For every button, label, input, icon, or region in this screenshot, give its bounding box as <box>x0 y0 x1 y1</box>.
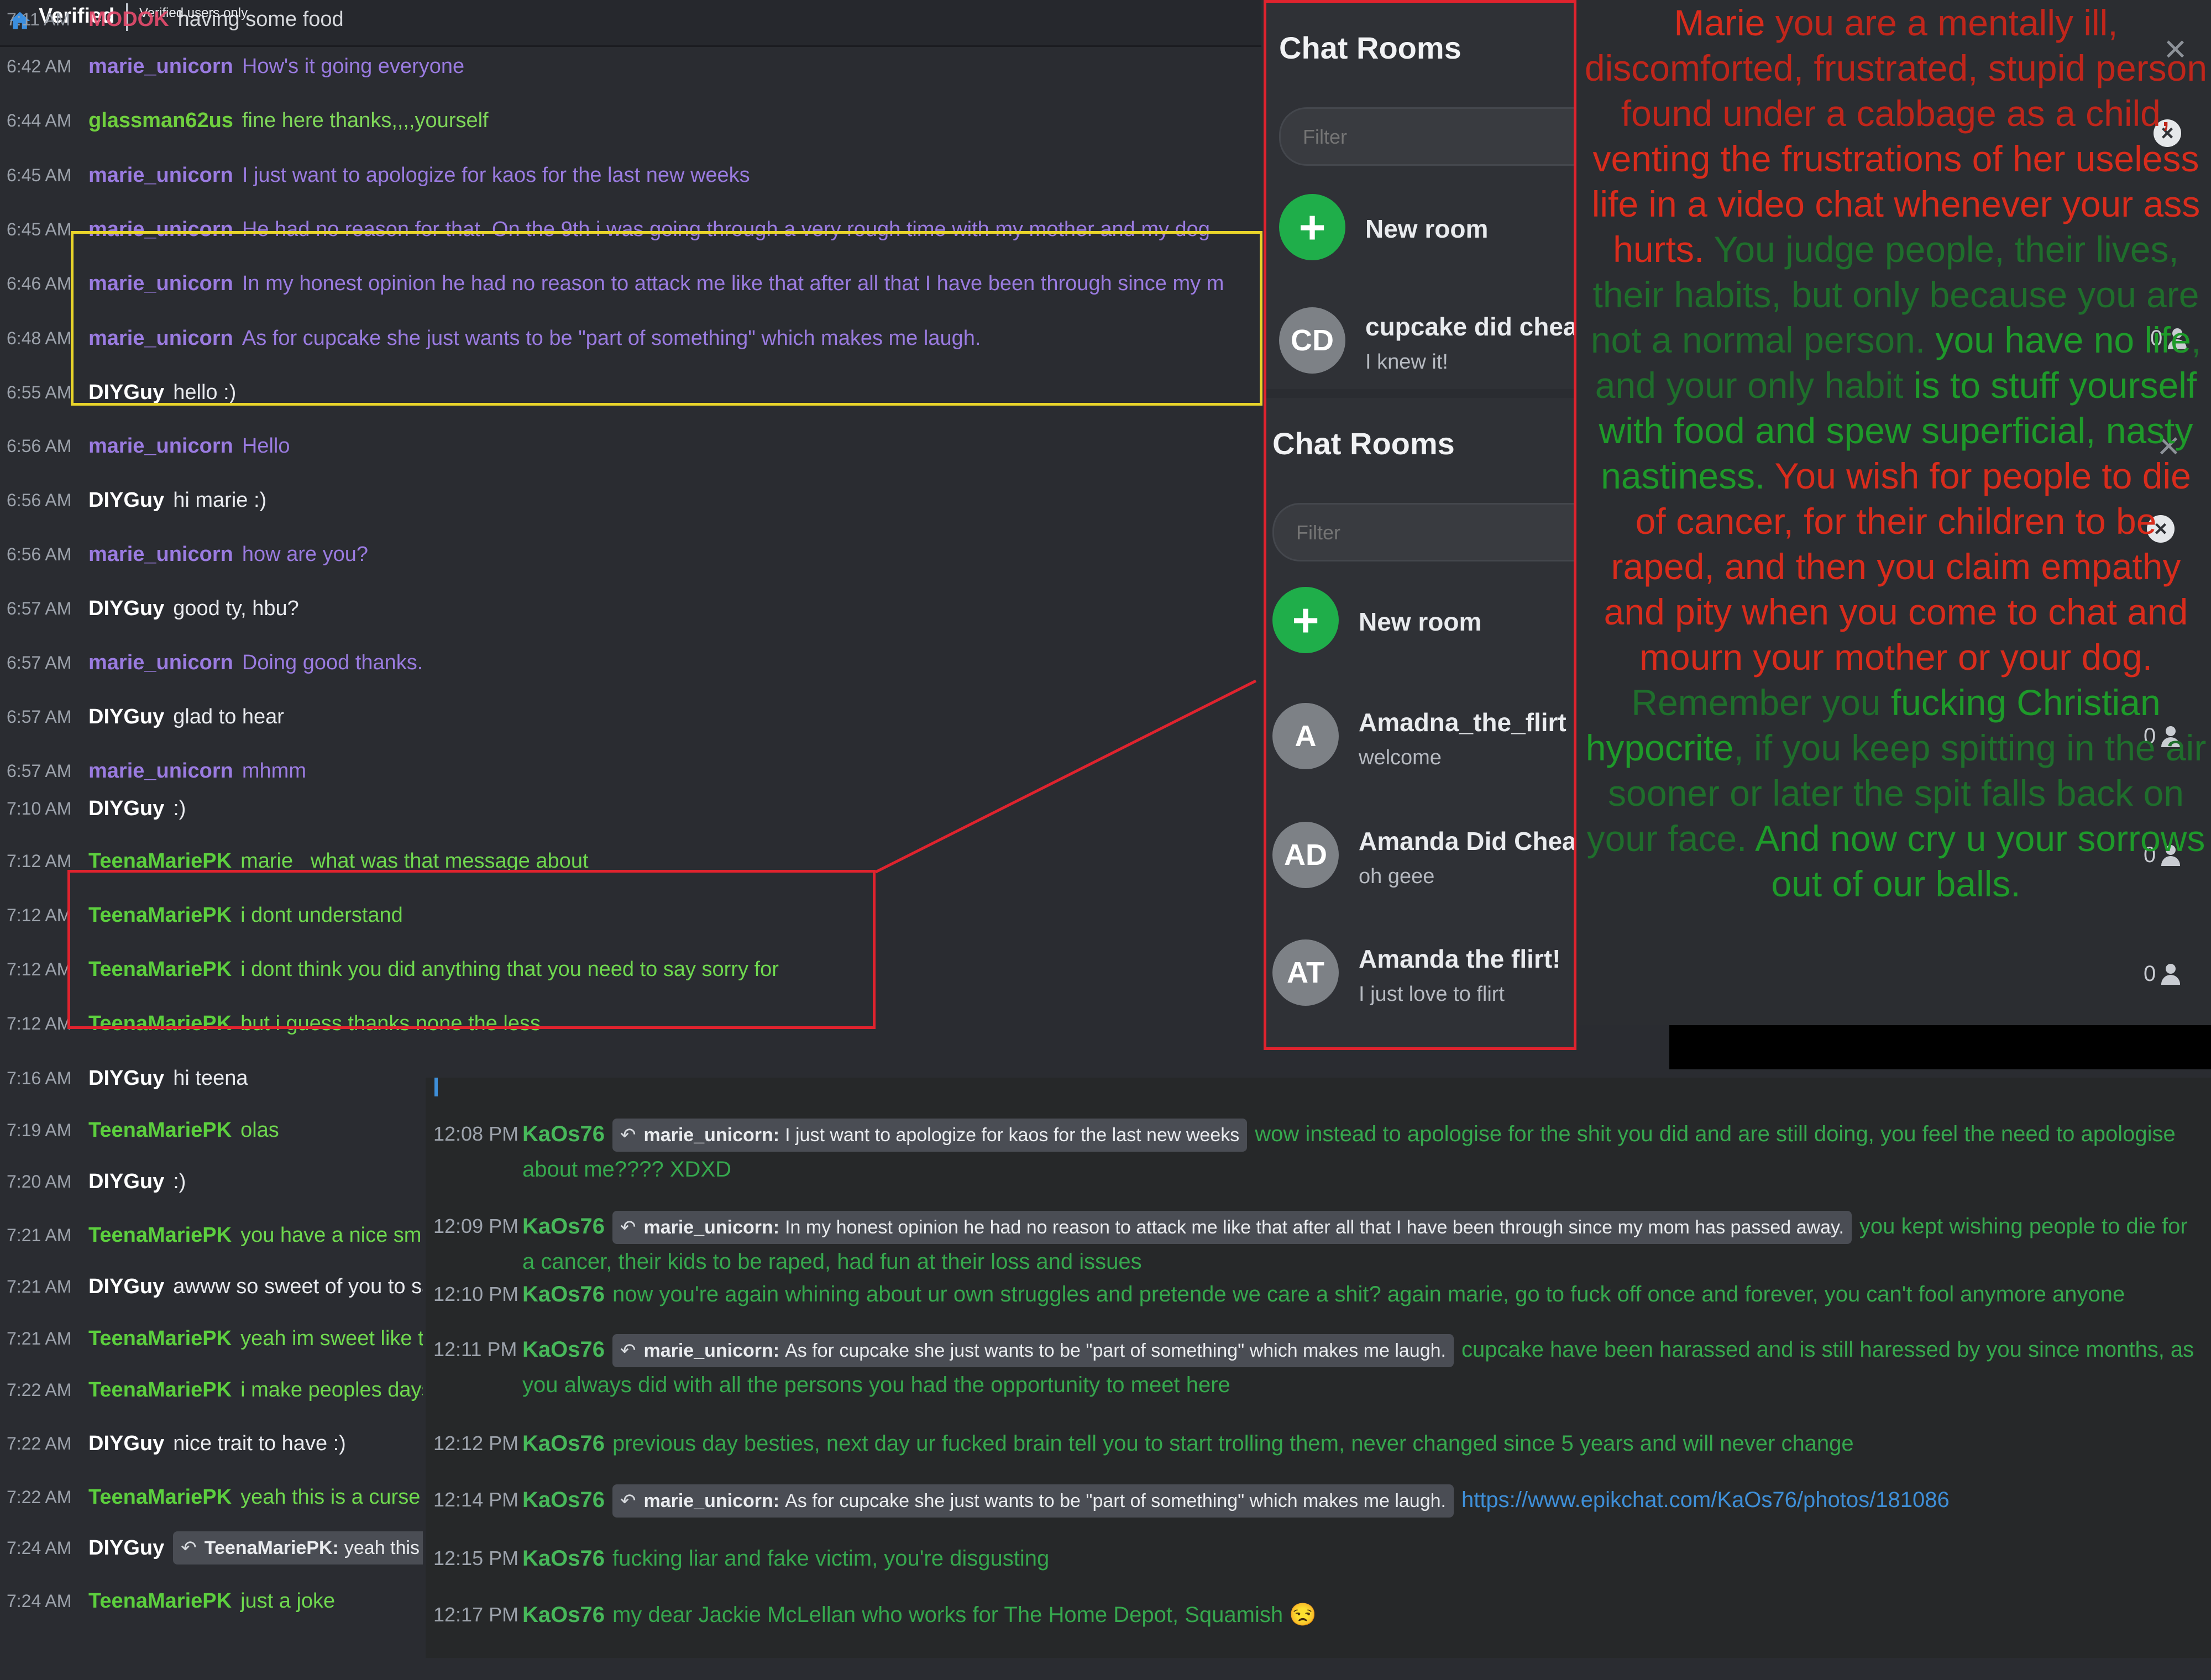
connector-line <box>874 679 1257 874</box>
annotation-connector <box>874 679 1257 874</box>
